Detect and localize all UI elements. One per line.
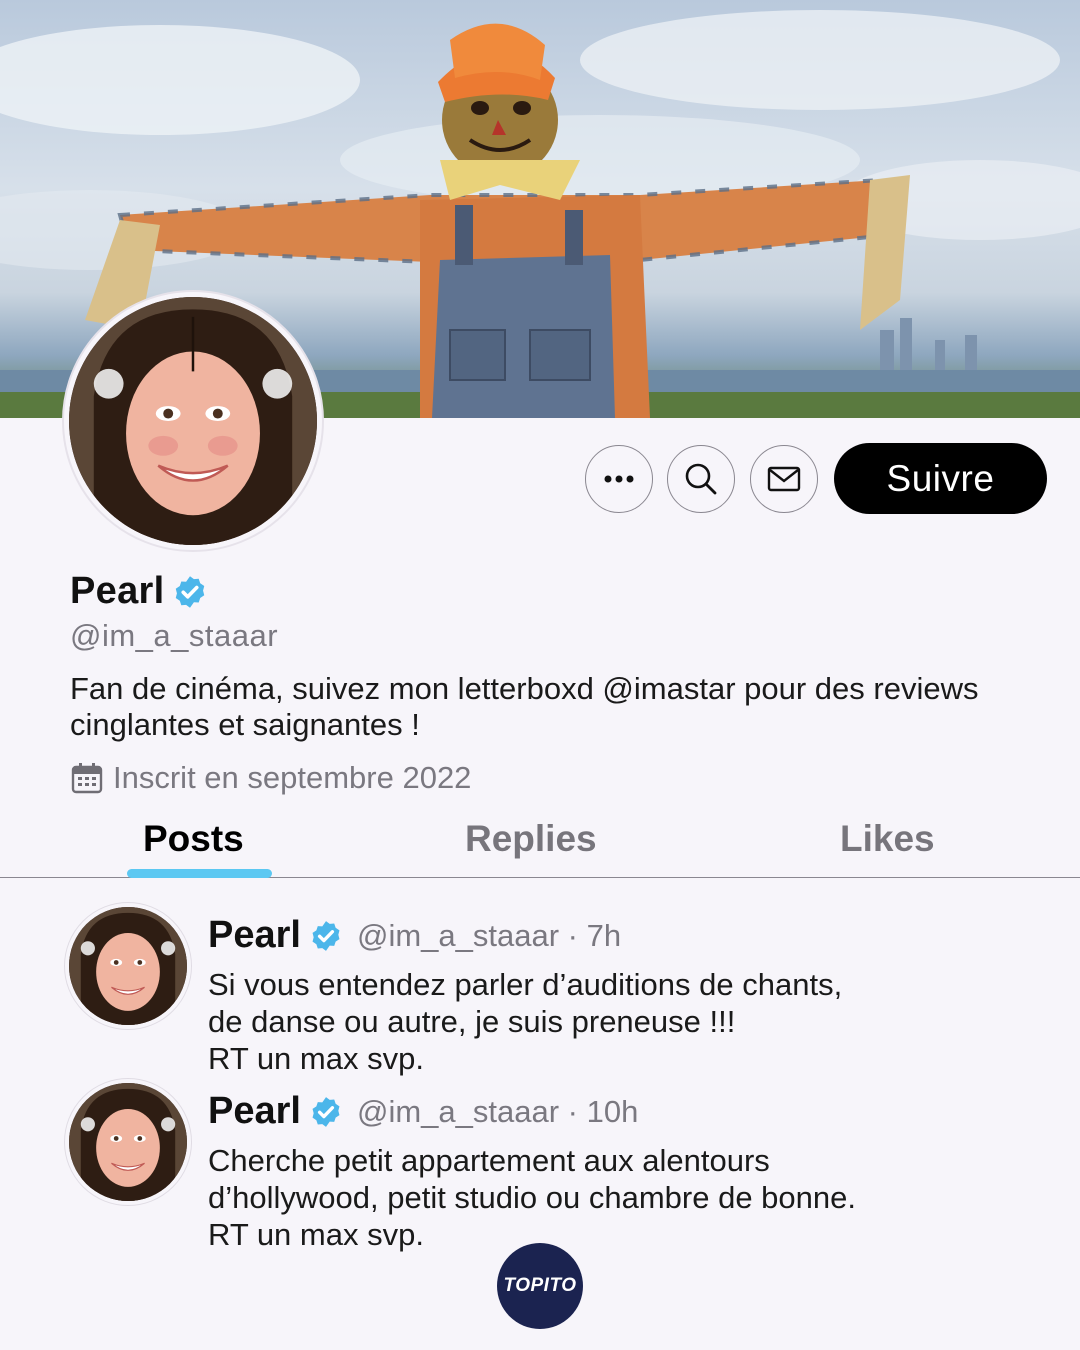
follow-button[interactable]: Suivre [834, 443, 1047, 514]
post-avatar[interactable] [64, 902, 192, 1030]
search-button[interactable] [667, 445, 735, 513]
post-author-handle[interactable]: @im_a_staaar [357, 1094, 559, 1129]
profile-name-row: Pearl [70, 570, 208, 613]
post-line: RT un max svp. [208, 1041, 424, 1076]
post-text: Si vous entendez parler d’auditions de c… [208, 966, 1048, 1077]
post-avatar[interactable] [64, 1078, 192, 1206]
profile-bio: Fan de cinéma, suivez mon letterboxd @im… [70, 671, 979, 742]
post-time: 10h [586, 1093, 639, 1129]
tab-posts[interactable]: Posts [143, 818, 244, 860]
tab-replies[interactable]: Replies [465, 818, 597, 860]
verified-badge-icon [176, 575, 205, 608]
tab-likes[interactable]: Likes [840, 818, 935, 860]
avatar-image [69, 1083, 187, 1201]
message-button[interactable] [750, 445, 818, 513]
post-line: RT un max svp. [208, 1217, 424, 1252]
search-icon [685, 463, 717, 495]
active-tab-indicator [127, 869, 272, 878]
post-header: Pearl @im_a_staaar · 7h [208, 914, 621, 957]
post-meta: @im_a_staaar · 7h [356, 917, 622, 953]
post-author-name[interactable]: Pearl [208, 1090, 301, 1133]
post-line: Si vous entendez parler d’auditions de c… [208, 967, 843, 1002]
topito-logo-text: TOPITO [503, 1275, 577, 1296]
profile-tabs: Posts Replies Likes [0, 812, 1080, 878]
post-line: de danse ou autre, je suis preneuse !!! [208, 1004, 736, 1039]
post-line: Cherche petit appartement aux alentours [208, 1143, 770, 1178]
post-header: Pearl @im_a_staaar · 10h [208, 1090, 638, 1133]
avatar-image [69, 907, 187, 1025]
mail-icon [767, 466, 801, 492]
post-time: 7h [586, 917, 622, 953]
more-options-button[interactable] [585, 445, 653, 513]
profile-avatar[interactable] [62, 290, 324, 552]
join-date-label: Inscrit en septembre 2022 [113, 760, 472, 795]
post-text: Cherche petit appartement aux alentours … [208, 1142, 1048, 1253]
profile-display-name: Pearl [70, 570, 165, 612]
profile-handle: @im_a_staaar [70, 618, 279, 653]
topito-logo: TOPITO [497, 1243, 583, 1329]
post-line: d’hollywood, petit studio ou chambre de … [208, 1180, 856, 1215]
avatar-image [69, 297, 317, 545]
more-icon [604, 475, 634, 483]
verified-badge-icon [312, 1096, 340, 1127]
join-date: Inscrit en septembre 2022 [70, 760, 471, 796]
post-author-handle[interactable]: @im_a_staaar [357, 918, 559, 953]
post-meta: @im_a_staaar · 10h [356, 1093, 639, 1129]
verified-badge-icon [312, 920, 340, 951]
calendar-icon [71, 763, 103, 794]
post-author-name[interactable]: Pearl [208, 914, 301, 957]
